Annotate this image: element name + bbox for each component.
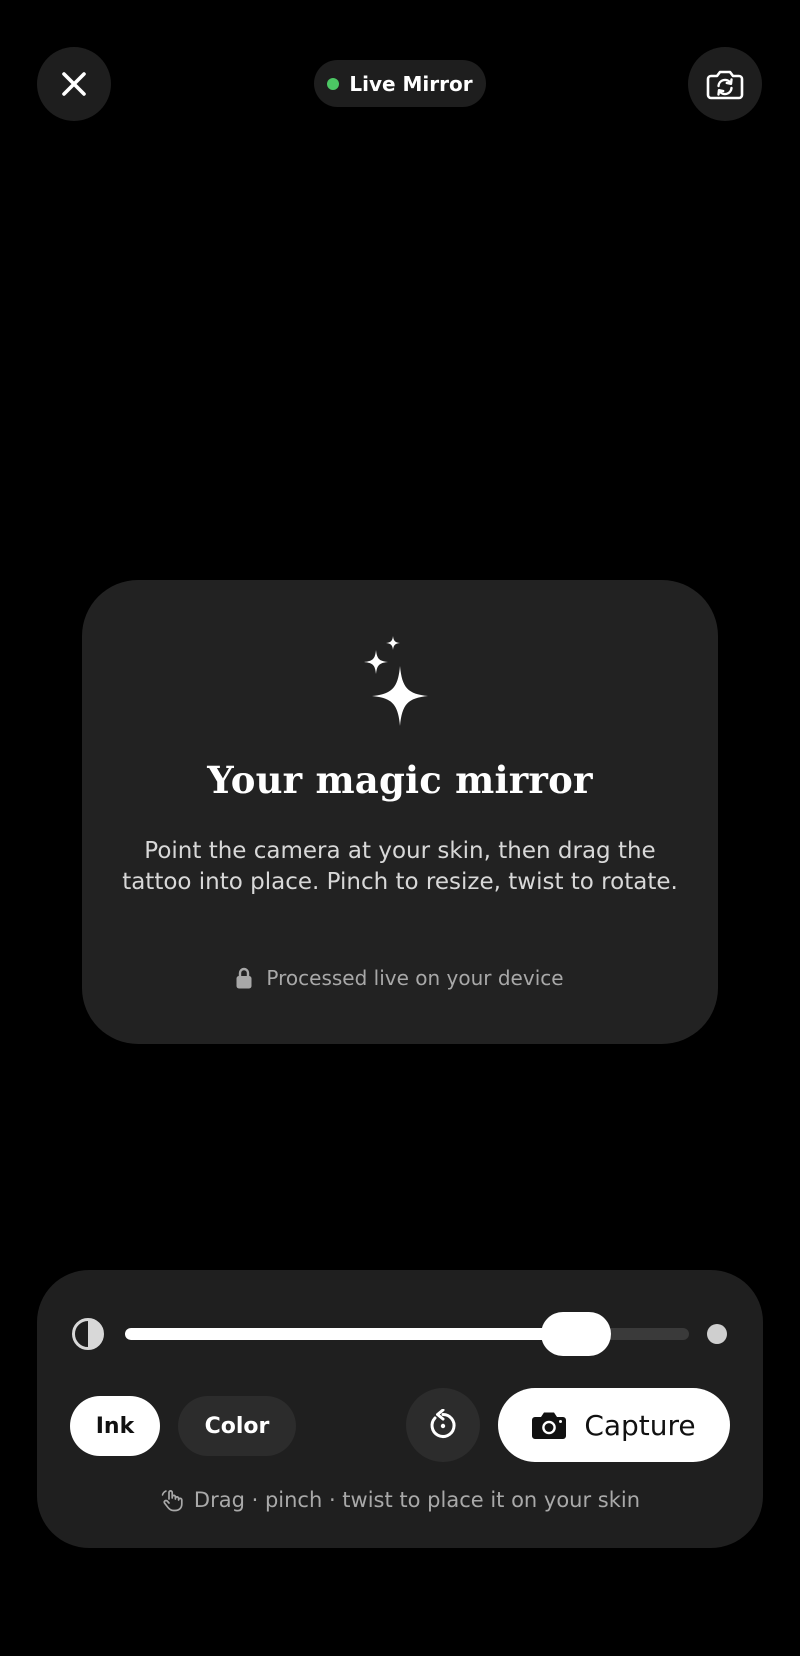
lock-icon <box>236 967 252 989</box>
close-button[interactable] <box>37 47 111 121</box>
flip-camera-button[interactable] <box>688 47 762 121</box>
live-indicator-dot <box>327 77 340 90</box>
live-status-badge: Live Mirror <box>314 60 486 107</box>
opacity-slider[interactable] <box>125 1306 689 1362</box>
gesture-hint-text: Drag · pinch · twist to place it on your… <box>193 1488 641 1512</box>
rotate-reset-icon <box>430 1409 456 1438</box>
close-icon <box>62 72 86 96</box>
camera-icon <box>532 1412 567 1439</box>
capture-button[interactable]: Capture <box>498 1388 730 1462</box>
camera-flip-icon <box>706 70 744 100</box>
sparkles-icon <box>364 636 428 726</box>
privacy-note-text: Processed live on your device <box>266 966 564 990</box>
control-panel: Ink Color Capture Drag · pinch · twist t… <box>37 1270 763 1548</box>
gesture-hint: Drag · pinch · twist to place it on your… <box>37 1488 763 1512</box>
status-label: Live Mirror <box>349 71 473 96</box>
color-mode-button[interactable]: Color <box>178 1396 296 1456</box>
hand-gesture-icon <box>161 1490 183 1512</box>
slider-max-indicator <box>707 1324 727 1344</box>
ink-mode-button[interactable]: Ink <box>70 1396 160 1456</box>
privacy-note: Processed live on your device <box>82 966 718 990</box>
capture-label: Capture <box>584 1408 696 1442</box>
slider-fill <box>125 1328 576 1340</box>
intro-description: Point the camera at your skin, then drag… <box>122 838 678 895</box>
live-mirror-screen: Live Mirror Your magic mirror Point the … <box>0 0 800 1656</box>
intro-title: Your magic mirror <box>207 758 593 802</box>
contrast-icon <box>72 1318 104 1350</box>
reset-button[interactable] <box>406 1388 480 1462</box>
slider-thumb[interactable] <box>541 1312 611 1356</box>
intro-card: Your magic mirror Point the camera at yo… <box>82 580 718 1044</box>
